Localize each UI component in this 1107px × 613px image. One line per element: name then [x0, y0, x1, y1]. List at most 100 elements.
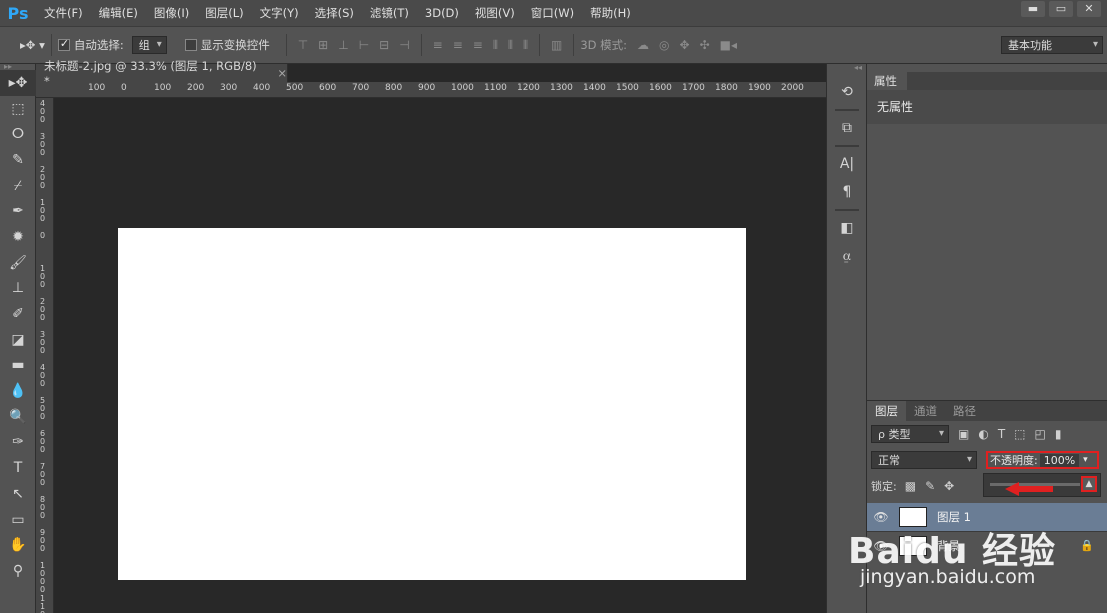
3d-slide-icon[interactable]: ✣	[700, 38, 710, 52]
filter-pixel-icon[interactable]: ▣	[958, 427, 969, 441]
filter-smart-icon[interactable]: ◰	[1035, 427, 1046, 441]
eyedropper-tool-icon[interactable]: ✒	[0, 198, 36, 224]
lock-pixels-icon[interactable]: ✎	[925, 479, 935, 493]
opacity-control[interactable]: 不透明度: 100% ▾	[986, 451, 1099, 469]
ruler-tick-label: 300	[220, 83, 238, 93]
filter-adjustment-icon[interactable]: ◐	[978, 427, 988, 441]
divider	[50, 34, 52, 56]
visibility-eye-icon[interactable]: 👁	[867, 510, 895, 524]
menu-view[interactable]: 视图(V)	[467, 5, 523, 21]
distribute-bottom-icon[interactable]: ≡	[473, 38, 483, 52]
menu-edit[interactable]: 编辑(E)	[91, 5, 146, 21]
opacity-slider-handle[interactable]: ▲	[1081, 476, 1097, 492]
type-tool-icon[interactable]: T	[0, 455, 36, 481]
close-button[interactable]: ✕	[1077, 1, 1101, 17]
rectangle-tool-icon[interactable]: ▭	[0, 507, 36, 533]
lasso-tool-icon[interactable]: ⵔ	[0, 121, 36, 147]
character-panel-icon[interactable]: A|	[827, 150, 867, 178]
filter-toggle-icon[interactable]: ▮	[1055, 427, 1062, 441]
menu-3d[interactable]: 3D(D)	[417, 6, 467, 20]
maximize-button[interactable]: ▭	[1049, 1, 1073, 17]
paragraph-styles-icon[interactable]: ⍶	[827, 242, 867, 270]
brush-tool-icon[interactable]: 🖌	[0, 250, 36, 276]
distribute-top-icon[interactable]: ≡	[433, 38, 443, 52]
paragraph-panel-icon[interactable]: ¶	[827, 178, 867, 206]
distribute-left-icon[interactable]: ⫴	[493, 38, 498, 53]
menu-window[interactable]: 窗口(W)	[523, 5, 582, 21]
align-top-icon[interactable]: ⊤	[298, 38, 308, 52]
3d-scale-icon[interactable]: ■◂	[720, 38, 737, 52]
lock-position-icon[interactable]: ✥	[944, 479, 954, 493]
history-brush-tool-icon[interactable]: ✐	[0, 301, 36, 327]
ruler-tick-label: 1000	[40, 561, 46, 594]
layer-name[interactable]: 背景	[937, 538, 960, 554]
move-tool-icon[interactable]: ▸✥	[0, 70, 36, 96]
crop-tool-icon[interactable]: ⌿	[0, 173, 36, 199]
lock-transparent-icon[interactable]: ▩	[905, 479, 916, 493]
align-vcenter-icon[interactable]: ⊞	[318, 38, 328, 52]
document-canvas[interactable]	[118, 228, 746, 580]
auto-align-icon[interactable]: ▥	[551, 38, 562, 52]
visibility-eye-icon[interactable]: 👁	[867, 539, 895, 553]
blur-tool-icon[interactable]: 💧	[0, 378, 36, 404]
menu-layer[interactable]: 图层(L)	[197, 5, 251, 21]
tab-channels[interactable]: 通道	[906, 401, 945, 421]
auto-select-checkbox[interactable]: 自动选择:	[57, 37, 124, 53]
3d-rotate-icon[interactable]: ☁	[637, 38, 649, 52]
align-left-icon[interactable]: ⊢	[359, 38, 369, 52]
zoom-tool-icon[interactable]: ⚲	[0, 558, 36, 584]
spot-healing-tool-icon[interactable]: ✹	[0, 224, 36, 250]
ps-logo: Ps	[7, 3, 29, 23]
eraser-tool-icon[interactable]: ◪	[0, 327, 36, 353]
ruler-tick-label: 800	[385, 83, 403, 93]
blend-mode-dropdown[interactable]: 正常	[871, 451, 977, 469]
layer-name[interactable]: 图层 1	[937, 509, 971, 525]
distribute-right-icon[interactable]: ⫴	[523, 38, 528, 53]
quick-select-tool-icon[interactable]: ✎	[0, 147, 36, 173]
clone-stamp-tool-icon[interactable]: ⊥	[0, 276, 36, 302]
tab-properties[interactable]: 属性	[867, 72, 907, 90]
menu-select[interactable]: 选择(S)	[307, 5, 362, 21]
close-tab-icon[interactable]: ×	[277, 66, 287, 80]
menu-filter[interactable]: 滤镜(T)	[362, 5, 417, 21]
opacity-value-field[interactable]: 100%	[1039, 453, 1080, 467]
3d-pan-icon[interactable]: ✥	[680, 38, 690, 52]
ruler-tick-label: 900	[40, 528, 46, 553]
hand-tool-icon[interactable]: ✋	[0, 532, 36, 558]
opacity-dropdown-icon[interactable]: ▾	[1083, 455, 1088, 465]
workspace-dropdown[interactable]: 基本功能	[1001, 36, 1103, 54]
tab-layers[interactable]: 图层	[867, 401, 906, 421]
move-tool-preset-icon[interactable]: ▸✥ ▾	[20, 38, 45, 52]
distribute-hcenter-icon[interactable]: ⫴	[508, 38, 513, 53]
menu-file[interactable]: 文件(F)	[36, 5, 91, 21]
adjustments-panel-icon[interactable]: ⧉	[827, 114, 867, 142]
auto-select-dropdown[interactable]: 组	[131, 36, 167, 54]
3d-roll-icon[interactable]: ◎	[659, 38, 669, 52]
tab-paths[interactable]: 路径	[945, 401, 984, 421]
minimize-button[interactable]: ▬	[1021, 1, 1045, 17]
dock-collapse-icon[interactable]: ◂◂	[827, 64, 866, 72]
auto-select-label: 自动选择:	[73, 38, 124, 52]
filter-type-icon[interactable]: T	[998, 427, 1005, 441]
menu-image[interactable]: 图像(I)	[146, 5, 197, 21]
document-tab[interactable]: 未标题-2.jpg @ 33.3% (图层 1, RGB/8) * ×	[36, 59, 288, 88]
menu-help[interactable]: 帮助(H)	[582, 5, 639, 21]
align-bottom-icon[interactable]: ⊥	[338, 38, 348, 52]
layer-filter-dropdown[interactable]: ρ 类型	[871, 425, 949, 443]
layer-row[interactable]: 👁 背景 🔒	[867, 531, 1107, 559]
dodge-tool-icon[interactable]: 🔍	[0, 404, 36, 430]
history-panel-icon[interactable]: ⟲	[827, 78, 867, 106]
align-right-icon[interactable]: ⊣	[399, 38, 409, 52]
menu-type[interactable]: 文字(Y)	[252, 5, 307, 21]
layer-row-selected[interactable]: 👁 图层 1	[867, 503, 1107, 531]
divider	[835, 109, 859, 111]
distribute-vcenter-icon[interactable]: ≡	[453, 38, 463, 52]
path-select-tool-icon[interactable]: ↖	[0, 481, 36, 507]
character-styles-icon[interactable]: ◧	[827, 214, 867, 242]
pen-tool-icon[interactable]: ✑	[0, 430, 36, 456]
filter-shape-icon[interactable]: ⬚	[1014, 427, 1025, 441]
show-transform-checkbox[interactable]: 显示变换控件	[184, 37, 270, 53]
align-hcenter-icon[interactable]: ⊟	[379, 38, 389, 52]
gradient-tool-icon[interactable]: ▬	[0, 353, 36, 379]
marquee-tool-icon[interactable]: ⬚	[0, 96, 36, 122]
